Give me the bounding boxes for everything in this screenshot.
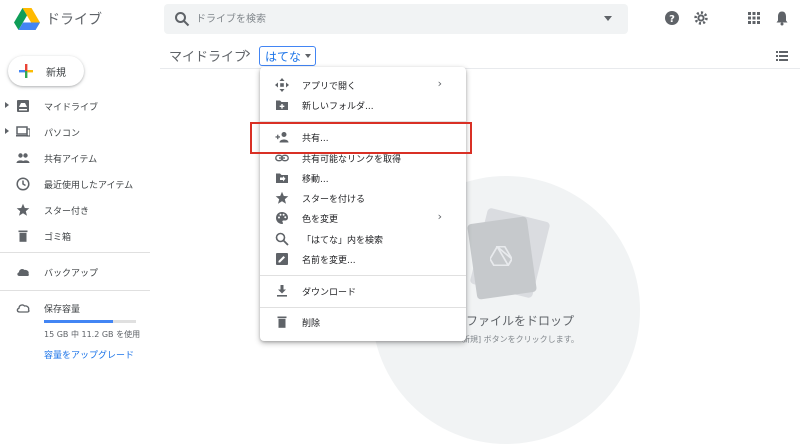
shared-with-me-icon: [16, 153, 30, 163]
sidebar-item-my-drive[interactable]: マイドライブ: [0, 96, 150, 116]
header-divider: [160, 68, 800, 69]
sidebar-item-label: スター付き: [44, 207, 90, 217]
sidebar-item-backups[interactable]: バックアップ: [0, 262, 150, 282]
computers-icon: [16, 126, 30, 137]
menu-item-add-star[interactable]: スターを付ける: [260, 188, 466, 208]
sidebar-item-label: 共有アイテム: [44, 155, 98, 165]
sidebar-item-label: ゴミ箱: [44, 233, 72, 243]
new-button-label: 新規: [46, 67, 66, 79]
sidebar-item-storage[interactable]: 保存容量: [0, 298, 150, 318]
menu-item-search-in-folder[interactable]: 「はてな」内を検索: [260, 229, 466, 249]
search-input[interactable]: [196, 11, 576, 27]
new-folder-icon: [276, 100, 288, 110]
sidebar-item-trash[interactable]: ゴミ箱: [0, 226, 150, 246]
my-drive-icon: [17, 100, 29, 112]
cloud-icon: [17, 268, 29, 276]
sidebar-divider: [0, 290, 150, 291]
menu-divider: [260, 275, 466, 276]
list-view-icon[interactable]: [776, 51, 788, 61]
menu-item-move[interactable]: 移動...: [260, 168, 466, 188]
menu-item-label: スターを付ける: [302, 195, 366, 205]
chevron-down-icon: [305, 54, 312, 58]
notifications-bell-icon[interactable]: [774, 10, 790, 26]
folder-context-menu: アプリで開く › 新しいフォルダ... 共有... 共有可能なリンクを取得 移動…: [260, 67, 466, 341]
search-icon[interactable]: [174, 11, 190, 27]
rename-icon: [276, 253, 288, 265]
apps-grid-icon[interactable]: [746, 10, 762, 26]
menu-item-label: 削除: [302, 319, 321, 329]
menu-item-change-color[interactable]: 色を変更 ›: [260, 208, 466, 228]
sidebar-item-label: マイドライブ: [44, 103, 99, 113]
trash-icon: [18, 230, 28, 242]
new-button[interactable]: 新規: [8, 56, 84, 86]
sidebar-item-label: バックアップ: [44, 269, 99, 279]
menu-item-label: 移動...: [302, 175, 329, 185]
menu-item-label: 色を変更: [302, 215, 339, 225]
settings-gear-icon[interactable]: [693, 10, 709, 26]
cloud-outline-icon: [16, 304, 30, 313]
sidebar-item-label: 保存容量: [44, 305, 81, 315]
breadcrumb-current-folder[interactable]: はてな: [259, 46, 317, 66]
sidebar-item-recent[interactable]: 最近使用したアイテム: [0, 174, 150, 194]
move-folder-icon: [276, 173, 288, 183]
sidebar-item-starred[interactable]: スター付き: [0, 200, 150, 220]
menu-item-label: ダウンロード: [302, 288, 357, 298]
share-highlight-annotation: [250, 122, 472, 154]
plus-icon: [19, 64, 33, 78]
storage-usage-bar: [44, 320, 136, 323]
upgrade-storage-link[interactable]: 容量をアップグレード: [44, 348, 134, 361]
submenu-arrow-icon: ›: [437, 77, 442, 90]
breadcrumb-separator: ›: [245, 44, 251, 62]
menu-item-download[interactable]: ダウンロード: [260, 281, 466, 301]
expand-arrow-icon[interactable]: [5, 128, 9, 134]
download-icon: [277, 285, 287, 297]
breadcrumb-current-label: はてな: [265, 49, 302, 64]
palette-icon: [276, 212, 288, 224]
submenu-arrow-icon: ›: [437, 210, 442, 223]
open-with-icon: [275, 78, 289, 92]
menu-item-label: 新しいフォルダ...: [302, 102, 374, 112]
star-icon: [16, 203, 30, 216]
help-icon[interactable]: ?: [664, 10, 680, 26]
storage-usage-fill: [44, 320, 113, 323]
app-title: ドライブ: [46, 12, 102, 28]
sidebar-item-shared-with-me[interactable]: 共有アイテム: [0, 148, 150, 168]
trash-icon: [277, 316, 287, 328]
search-options-dropdown-icon[interactable]: [604, 16, 612, 21]
drive-logo-icon[interactable]: [14, 8, 40, 30]
sidebar-item-label: 最近使用したアイテム: [44, 181, 134, 191]
menu-item-rename[interactable]: 名前を変更...: [260, 249, 466, 269]
star-icon: [275, 191, 289, 204]
menu-item-new-folder[interactable]: 新しいフォルダ...: [260, 95, 466, 115]
menu-divider: [260, 307, 466, 308]
recent-clock-icon: [16, 177, 30, 191]
menu-item-open-with[interactable]: アプリで開く ›: [260, 75, 466, 95]
menu-item-label: 名前を変更...: [302, 256, 356, 266]
menu-item-label: アプリで開く: [302, 82, 357, 92]
empty-state-subtitle: 新規] ボタンをクリックします。: [462, 335, 579, 344]
sidebar-item-label: パソコン: [44, 129, 81, 139]
svg-text:?: ?: [669, 14, 675, 25]
sidebar-divider: [0, 252, 150, 253]
expand-arrow-icon[interactable]: [5, 102, 9, 108]
empty-state-title: ファイルをドロップ: [466, 314, 575, 328]
menu-item-label: 「はてな」内を検索: [302, 236, 384, 246]
breadcrumb-root[interactable]: マイドライブ: [169, 46, 247, 65]
menu-item-remove[interactable]: 削除: [260, 312, 466, 332]
storage-usage-text: 15 GB 中 11.2 GB を使用: [44, 330, 141, 339]
drive-logo-icon: [490, 246, 512, 266]
search-icon: [275, 232, 289, 246]
sidebar-item-computers[interactable]: パソコン: [0, 122, 150, 142]
